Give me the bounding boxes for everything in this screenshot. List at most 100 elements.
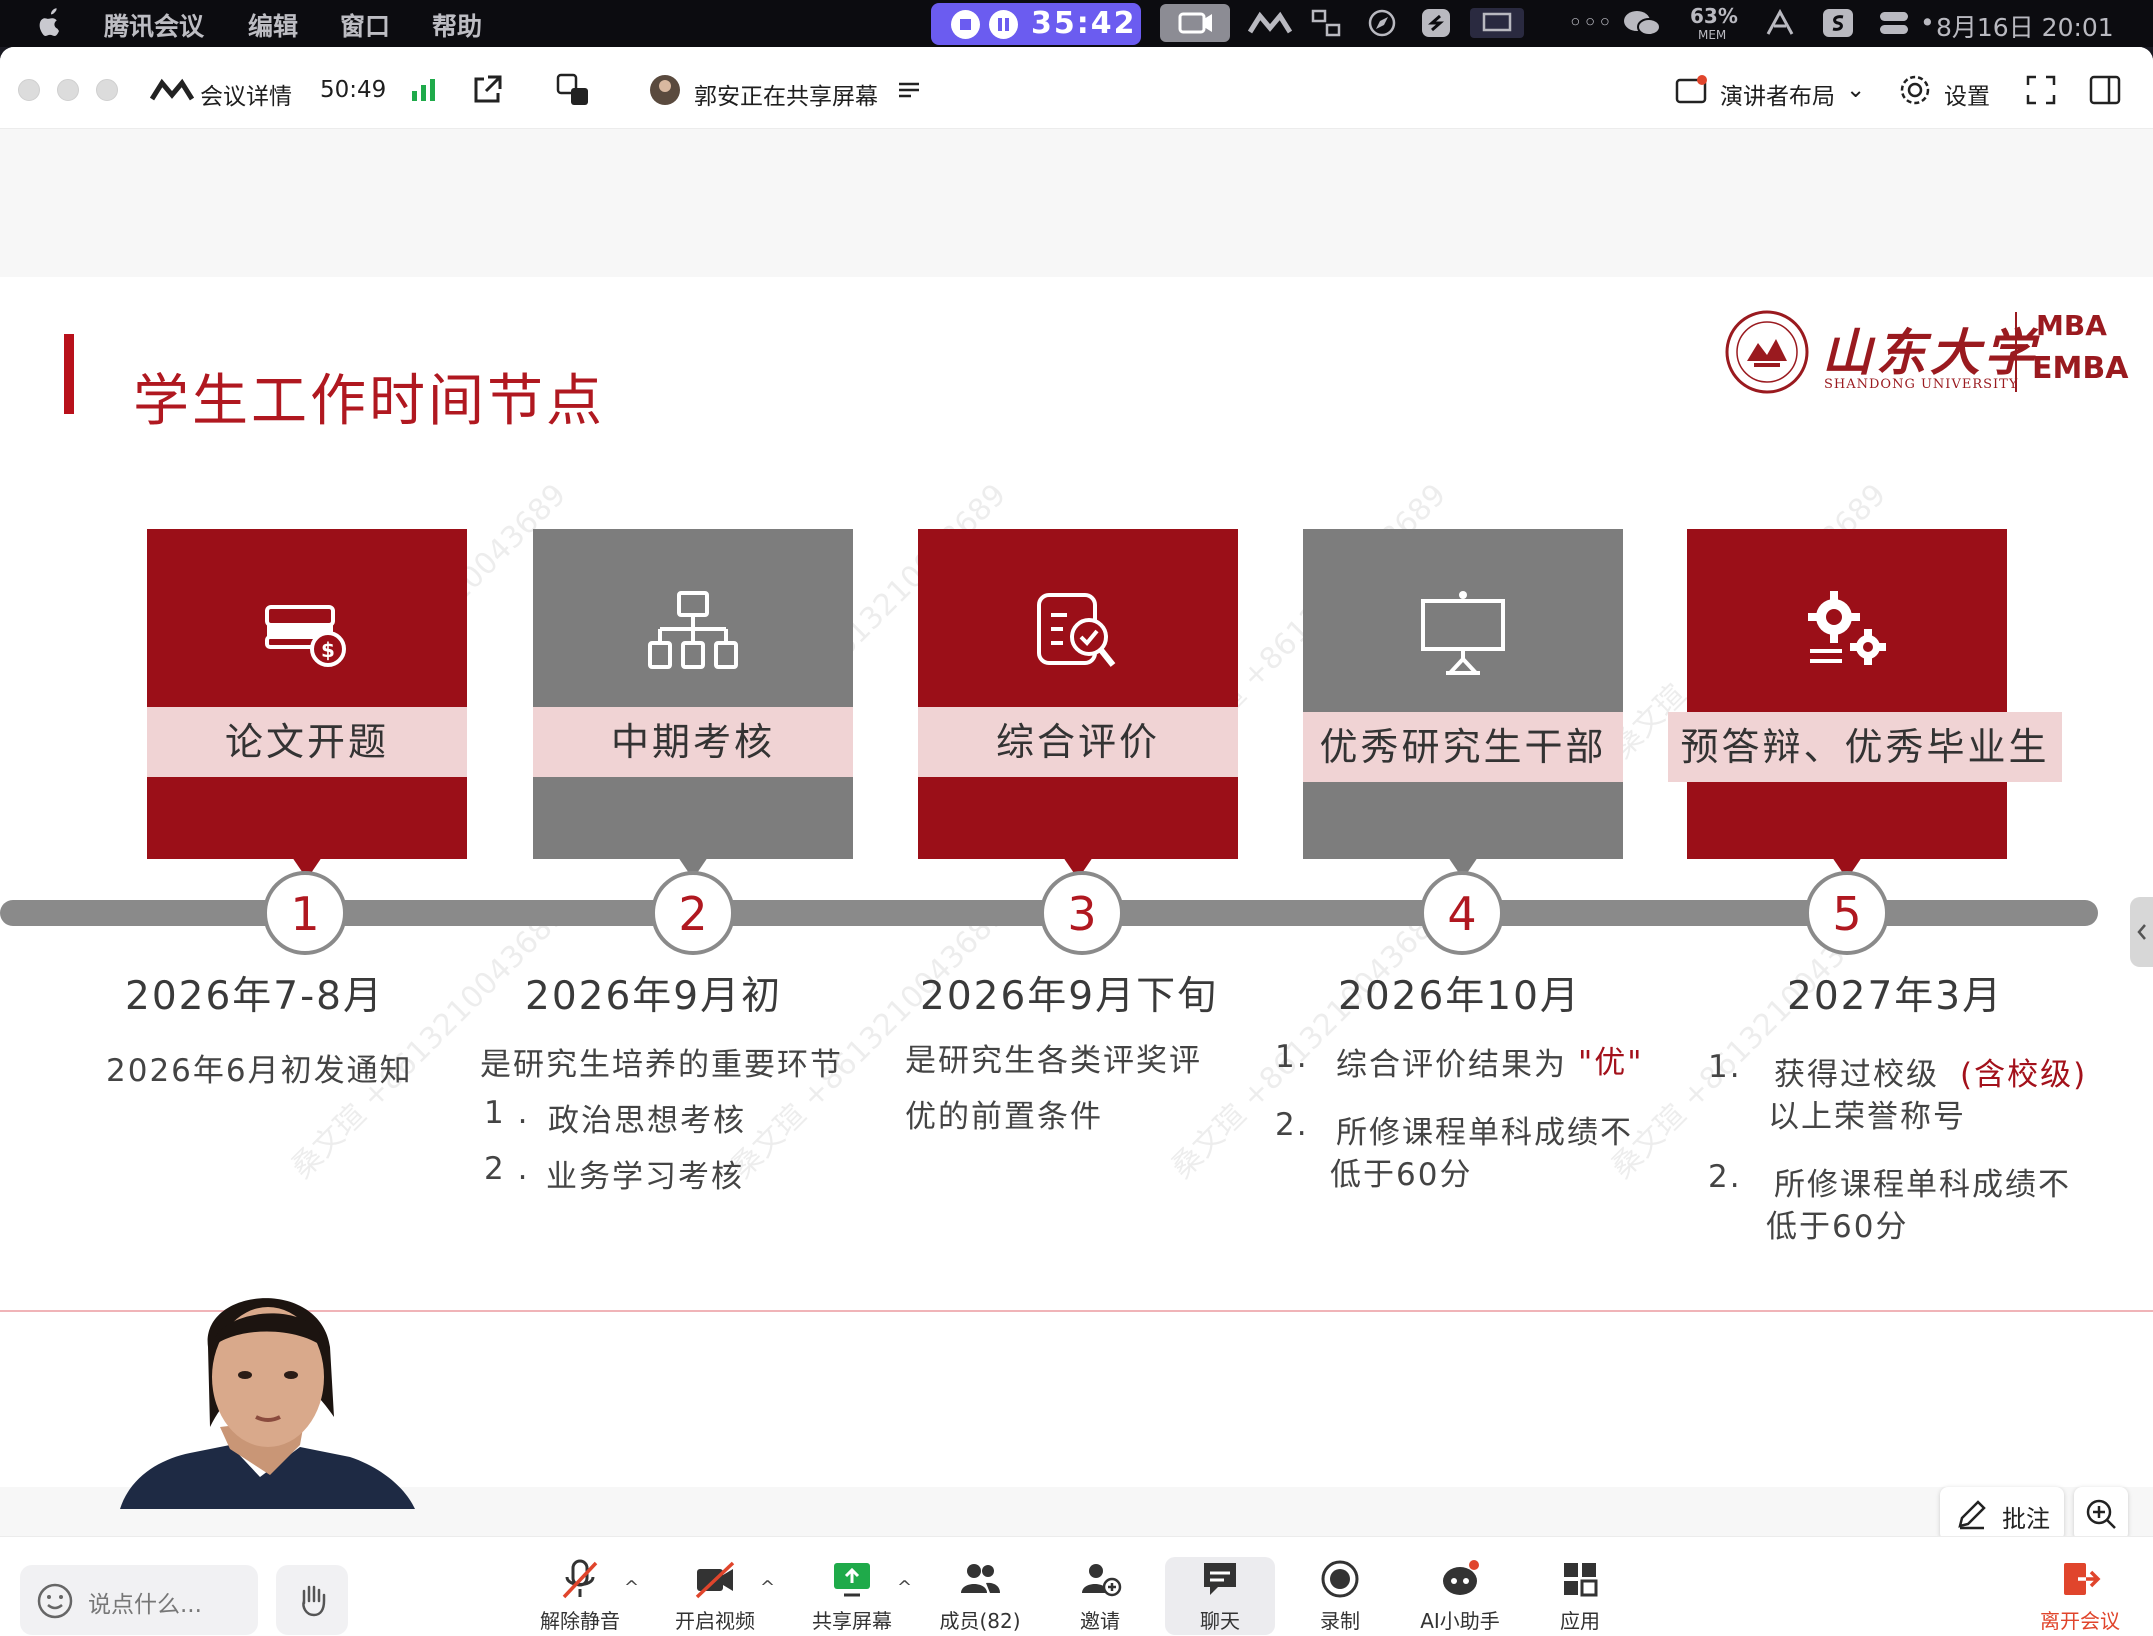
ai-assistant-icon [1443, 1560, 1479, 1595]
translate-icon[interactable] [556, 73, 590, 107]
logo-divider [2015, 312, 2017, 392]
unmute-button[interactable]: 解除静音 [525, 1557, 635, 1635]
stage-label-2: 中期考核 [533, 707, 853, 777]
stage-date-2: 2026年9月初 [525, 974, 783, 1019]
quick-chat-input[interactable]: 说点什么... [20, 1565, 258, 1635]
timeline-node-1: 1 [263, 871, 347, 955]
menu-help[interactable]: 帮助 [432, 7, 482, 43]
chevron-left-icon [2137, 924, 2146, 940]
leave-meeting-button[interactable]: 离开会议 [2030, 1557, 2130, 1635]
sogou-icon[interactable] [1822, 8, 1854, 38]
timeline-node-4: 4 [1420, 871, 1504, 955]
stage-label-3: 综合评价 [918, 707, 1238, 777]
pause-icon[interactable] [989, 10, 1018, 39]
chevron-down-icon[interactable]: ⌄ [1846, 77, 1865, 103]
speaker-layout-button[interactable]: 演讲者布局 [1720, 77, 1835, 111]
settings-button[interactable]: 设置 [1944, 77, 1990, 111]
stage-5-item-1-num: 1. [1708, 1049, 1742, 1085]
members-button[interactable]: 成员(82) [925, 1557, 1035, 1635]
stage-card-5 [1687, 529, 2007, 879]
share-screen-label: 共享屏幕 [812, 1609, 892, 1633]
stage-4-item-2-line-2: 低于60分 [1330, 1157, 1473, 1193]
camera-icon[interactable] [1160, 4, 1230, 42]
svg-text:$: $ [321, 638, 335, 662]
stop-icon[interactable] [951, 10, 980, 39]
record-button[interactable]: 录制 [1285, 1557, 1395, 1635]
stage-2-item-2-num: 2 . [484, 1151, 530, 1187]
presenter-video[interactable] [120, 1277, 415, 1509]
settings-gear-icon[interactable] [1898, 73, 1932, 107]
signal-strength-icon[interactable] [410, 73, 438, 107]
menu-app-name[interactable]: 腾讯会议 [104, 7, 204, 43]
stage-date-1: 2026年7-8月 [125, 974, 384, 1019]
sharer-avatar-icon[interactable] [648, 73, 682, 107]
hierarchy-icon [648, 591, 738, 669]
screen-share-icon[interactable] [1470, 8, 1524, 38]
apps-button[interactable]: 应用 [1525, 1557, 1635, 1635]
menu-edit[interactable]: 编辑 [248, 7, 298, 43]
share-options-caret-icon[interactable]: ^ [897, 1577, 912, 1598]
acrobat-icon[interactable] [1764, 8, 1796, 38]
members-label: 成员(82) [939, 1609, 1021, 1633]
chat-label: 聊天 [1200, 1609, 1240, 1633]
memory-label: MEM [1698, 28, 1727, 42]
university-name-en: SHANDONG UNIVERSITY [1824, 377, 2019, 392]
zoom-window-button[interactable] [96, 79, 118, 101]
tencent-meeting-logo-icon [150, 78, 194, 101]
invite-button[interactable]: 邀请 [1045, 1557, 1155, 1635]
emoji-icon[interactable] [36, 1582, 74, 1620]
annotate-button[interactable]: 批注 [1940, 1487, 2064, 1541]
stage-card-3 [918, 529, 1238, 879]
apple-icon[interactable] [34, 6, 64, 40]
sharing-status-text[interactable]: 郭安正在共享屏幕 [694, 77, 878, 111]
ai-assistant-button[interactable]: AI小助手 [1405, 1557, 1515, 1635]
audio-options-caret-icon[interactable]: ^ [624, 1577, 639, 1598]
timeline-node-5: 5 [1805, 871, 1889, 955]
share-screen-button[interactable]: 共享屏幕 [797, 1557, 907, 1635]
macos-menubar: 腾讯会议 编辑 窗口 帮助 35:42 ◦◦◦ 63% MEM • 8月16日 … [0, 0, 2153, 47]
stage-4-item-1-highlight: "优" [1578, 1045, 1644, 1081]
date-time[interactable]: 8月16日 20:01 [1936, 8, 2114, 44]
apps-label: 应用 [1560, 1609, 1600, 1633]
popout-icon[interactable] [470, 73, 504, 107]
collapse-panel-tab[interactable] [2130, 897, 2153, 967]
speaker-layout-icon[interactable] [1674, 73, 1708, 107]
start-video-button[interactable]: 开启视频 [660, 1557, 770, 1635]
side-panel-icon[interactable] [2088, 73, 2122, 107]
stage-card-4 [1303, 529, 1623, 879]
slide-title: 学生工作时间节点 [133, 369, 605, 434]
memory-percent: 63% [1690, 4, 1738, 28]
raise-hand-button[interactable] [276, 1565, 348, 1635]
stage-card-2 [533, 529, 853, 879]
stage-1-detail: 2026年6月初发通知 [106, 1053, 413, 1089]
meeting-elapsed-time: 50:49 [320, 77, 387, 103]
stage-4-item-2-line-1: 所修课程单科成绩不 [1336, 1115, 1633, 1151]
wechat-icon[interactable] [1622, 8, 1662, 38]
leave-label: 离开会议 [2040, 1609, 2120, 1633]
zoom-in-button[interactable] [2074, 1487, 2128, 1541]
video-options-caret-icon[interactable]: ^ [760, 1577, 775, 1598]
start-video-label: 开启视频 [675, 1609, 755, 1633]
stage-5-item-1-highlight: (含校级) [1960, 1057, 2088, 1093]
chat-button[interactable]: 聊天 [1165, 1557, 1275, 1635]
control-center-icon[interactable] [1878, 8, 1910, 38]
leave-icon [2064, 1563, 2101, 1595]
compass-icon[interactable] [1366, 8, 1398, 38]
invite-icon [1082, 1564, 1122, 1597]
app-s-icon[interactable] [1420, 8, 1452, 38]
document-search-icon [1037, 593, 1116, 667]
stage-5-item-1-line-2: 以上荣誉称号 [1768, 1099, 1966, 1135]
recording-indicator[interactable]: 35:42 [931, 3, 1141, 45]
gears-icon [1808, 591, 1886, 665]
stage-2-item-2: 业务学习考核 [546, 1159, 744, 1195]
stage-label-4: 优秀研究生干部 [1303, 712, 1623, 782]
tencent-meeting-icon[interactable] [1248, 8, 1292, 38]
meeting-details-link[interactable]: 会议详情 [200, 77, 292, 111]
more-dots-icon[interactable]: ◦◦◦ [1568, 8, 1612, 37]
network-icon[interactable] [1310, 8, 1342, 38]
sharing-menu-icon[interactable] [896, 73, 922, 107]
close-window-button[interactable] [18, 79, 40, 101]
minimize-window-button[interactable] [57, 79, 79, 101]
menu-window[interactable]: 窗口 [340, 7, 390, 43]
fullscreen-icon[interactable] [2024, 73, 2058, 107]
